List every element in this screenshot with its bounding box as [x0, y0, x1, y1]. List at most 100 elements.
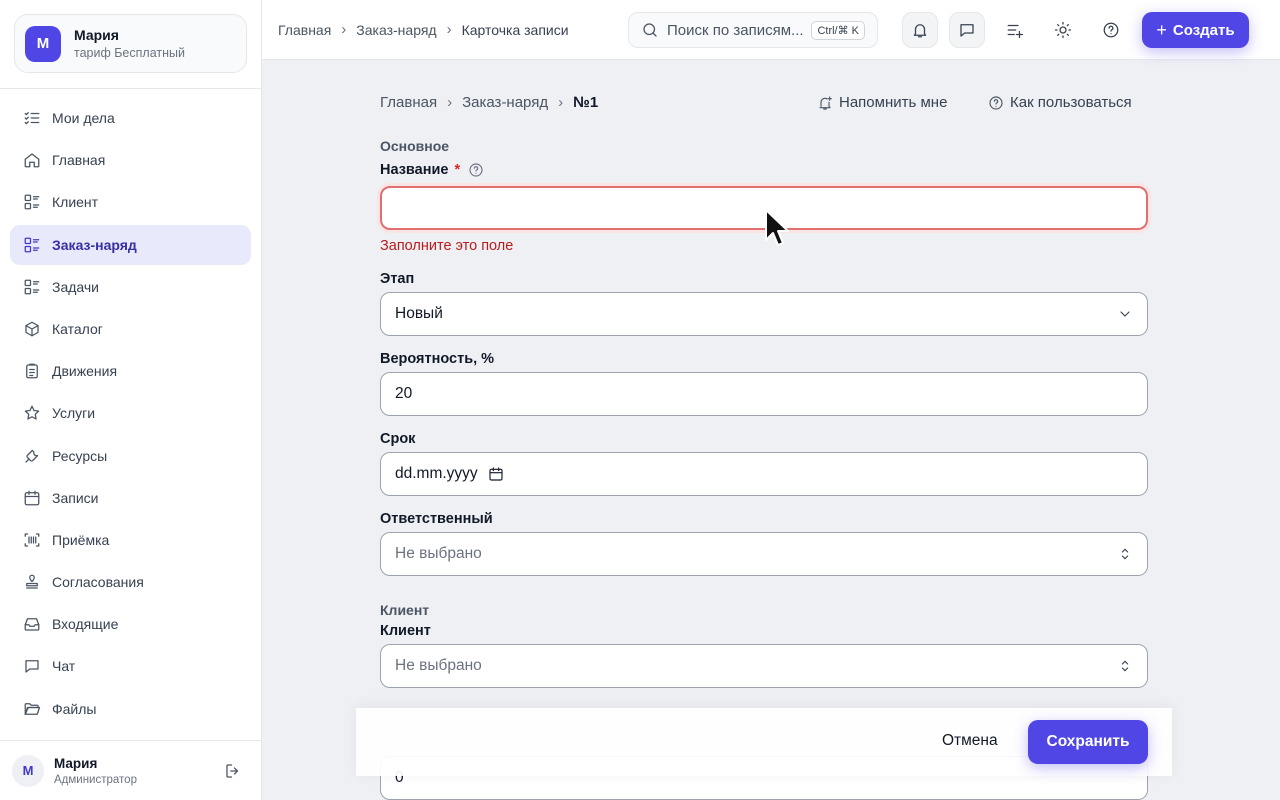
sidebar-item-work-order[interactable]: Заказ-наряд: [10, 224, 251, 265]
sidebar-item-files[interactable]: Файлы: [10, 689, 251, 729]
plus-icon: +: [1156, 19, 1167, 40]
sidebar-item-receiving[interactable]: Приёмка: [10, 520, 251, 560]
inbox-icon: [24, 618, 40, 631]
search-input[interactable]: Поиск по записям... Ctrl/⌘ K: [628, 12, 878, 48]
name-label: Название *: [380, 162, 484, 178]
star-icon: [24, 405, 40, 420]
client-select-value: Не выбрано: [395, 657, 482, 674]
user-name: Мария: [54, 755, 98, 771]
help-circle-icon[interactable]: [468, 162, 484, 178]
chevron-down-icon: [1120, 311, 1130, 317]
sidebar-item-services[interactable]: Услуги: [10, 393, 251, 433]
sidebar-item-label: Услуги: [52, 405, 96, 422]
list-grid-icon: [24, 194, 40, 210]
help-button[interactable]: [1093, 12, 1129, 48]
calendar-icon[interactable]: [488, 466, 504, 482]
sidebar-item-client[interactable]: Клиент: [10, 182, 251, 222]
list-add-icon: [1007, 24, 1024, 39]
sidebar-item-movements[interactable]: Движения: [10, 351, 251, 391]
deadline-date-placeholder: dd.mm.yyyy: [395, 465, 478, 482]
section-title-client: Клиент: [380, 602, 430, 618]
probability-input-value: 20: [395, 385, 413, 402]
name-label-text: Название: [380, 162, 449, 178]
list-grid-icon: [24, 279, 40, 295]
responsible-select[interactable]: Не выбрано: [380, 532, 1148, 576]
list-grid-icon: [24, 237, 40, 252]
sidebar-item-label: Записи: [52, 489, 99, 506]
stage-select-value: Новый: [395, 305, 443, 322]
stage-select[interactable]: Новый: [380, 292, 1148, 336]
wrench-icon: [25, 449, 39, 463]
sidebar-item-label: Задачи: [52, 278, 100, 295]
sidebar-item-tasks[interactable]: Задачи: [10, 267, 251, 307]
responsible-label: Ответственный: [380, 511, 493, 527]
sidebar-item-approvals[interactable]: Согласования: [10, 562, 251, 602]
clipboard-icon: [26, 363, 38, 379]
sidebar-item-label: Движения: [52, 363, 118, 380]
sidebar-item-my-tasks[interactable]: Мои дела: [10, 98, 251, 138]
account-avatar: М: [25, 25, 61, 62]
deadline-date-input[interactable]: dd.mm.yyyy: [380, 452, 1148, 496]
stage-label: Этап: [380, 271, 415, 287]
sidebar-item-label: Входящие: [52, 616, 119, 633]
form-action-bar: Отмена Сохранить: [356, 708, 1172, 776]
sidebar-item-label: Приёмка: [52, 531, 110, 548]
sidebar-item-label: Чат: [52, 658, 76, 675]
messages-button[interactable]: [949, 12, 985, 48]
sidebar-item-inbox[interactable]: Входящие: [10, 604, 251, 644]
create-button-label: Создать: [1172, 21, 1235, 39]
logout-button[interactable]: [224, 762, 242, 780]
sidebar-item-label: Файлы: [52, 700, 97, 717]
account-plan: тариф Бесплатный: [74, 46, 185, 60]
breadcrumb: Главная › Заказ-наряд › Карточка записи: [278, 21, 569, 38]
add-to-list-button[interactable]: [997, 12, 1033, 48]
how-to-use-label: Как пользоваться: [1010, 94, 1132, 111]
sun-icon: [1054, 21, 1072, 39]
page-breadcrumb-home[interactable]: Главная: [380, 94, 437, 111]
probability-input[interactable]: 20: [380, 372, 1148, 416]
how-to-use-button[interactable]: Как пользоваться: [988, 94, 1132, 111]
breadcrumb-item-work-order[interactable]: Заказ-наряд: [356, 22, 436, 38]
notifications-button[interactable]: [902, 12, 938, 48]
account-switcher[interactable]: М Мария тариф Бесплатный: [14, 14, 247, 73]
logout-icon: [226, 764, 239, 778]
search-shortcut-badge: Ctrl/⌘ K: [811, 21, 865, 40]
sidebar-item-label: Согласования: [52, 574, 144, 591]
remind-me-button[interactable]: Напомнить мне: [817, 94, 947, 111]
client-label: Клиент: [380, 623, 431, 639]
sidebar-item-resources[interactable]: Ресурсы: [10, 436, 251, 476]
page-breadcrumb-work-order[interactable]: Заказ-наряд: [462, 94, 548, 111]
sidebar-item-records[interactable]: Записи: [10, 478, 251, 518]
sidebar-item-home[interactable]: Главная: [10, 140, 251, 180]
scan-icon: [24, 533, 40, 547]
sidebar-item-chat[interactable]: Чат: [10, 646, 251, 686]
page-breadcrumb: Главная › Заказ-наряд › №1: [380, 94, 598, 111]
search-placeholder: Поиск по записям...: [667, 21, 804, 39]
user-avatar[interactable]: М: [12, 754, 44, 787]
search-icon: [643, 23, 657, 37]
sidebar-item-catalog[interactable]: Каталог: [10, 309, 251, 349]
cancel-button[interactable]: Отмена: [942, 732, 998, 750]
theme-toggle-button[interactable]: [1045, 12, 1081, 48]
create-button[interactable]: + Создать: [1142, 12, 1249, 48]
chat-icon: [25, 660, 39, 674]
user-role: Администратор: [54, 773, 137, 786]
save-button[interactable]: Сохранить: [1028, 720, 1148, 764]
sidebar-nav: Мои дела Главная Клиент Заказ-наряд Зада…: [10, 98, 251, 731]
stamp-icon: [26, 574, 38, 589]
sidebar-item-label: Ресурсы: [52, 447, 108, 464]
chevron-right-icon: ›: [341, 21, 347, 38]
client-select[interactable]: Не выбрано: [380, 644, 1148, 688]
bell-icon: [913, 24, 927, 38]
help-circle-icon: [1103, 22, 1119, 38]
chat-icon: [960, 24, 974, 37]
breadcrumb-item-home[interactable]: Главная: [278, 22, 331, 38]
sidebar-item-label: Главная: [52, 152, 106, 169]
sidebar: М Мария тариф Бесплатный Мои дела Главна…: [0, 0, 262, 800]
box-icon: [25, 321, 39, 337]
page-breadcrumb-current: №1: [573, 94, 599, 111]
topbar: Главная › Заказ-наряд › Карточка записи …: [262, 0, 1280, 60]
responsible-select-value: Не выбрано: [395, 545, 482, 562]
chevron-right-icon: ›: [447, 94, 453, 111]
home-icon: [24, 153, 40, 168]
